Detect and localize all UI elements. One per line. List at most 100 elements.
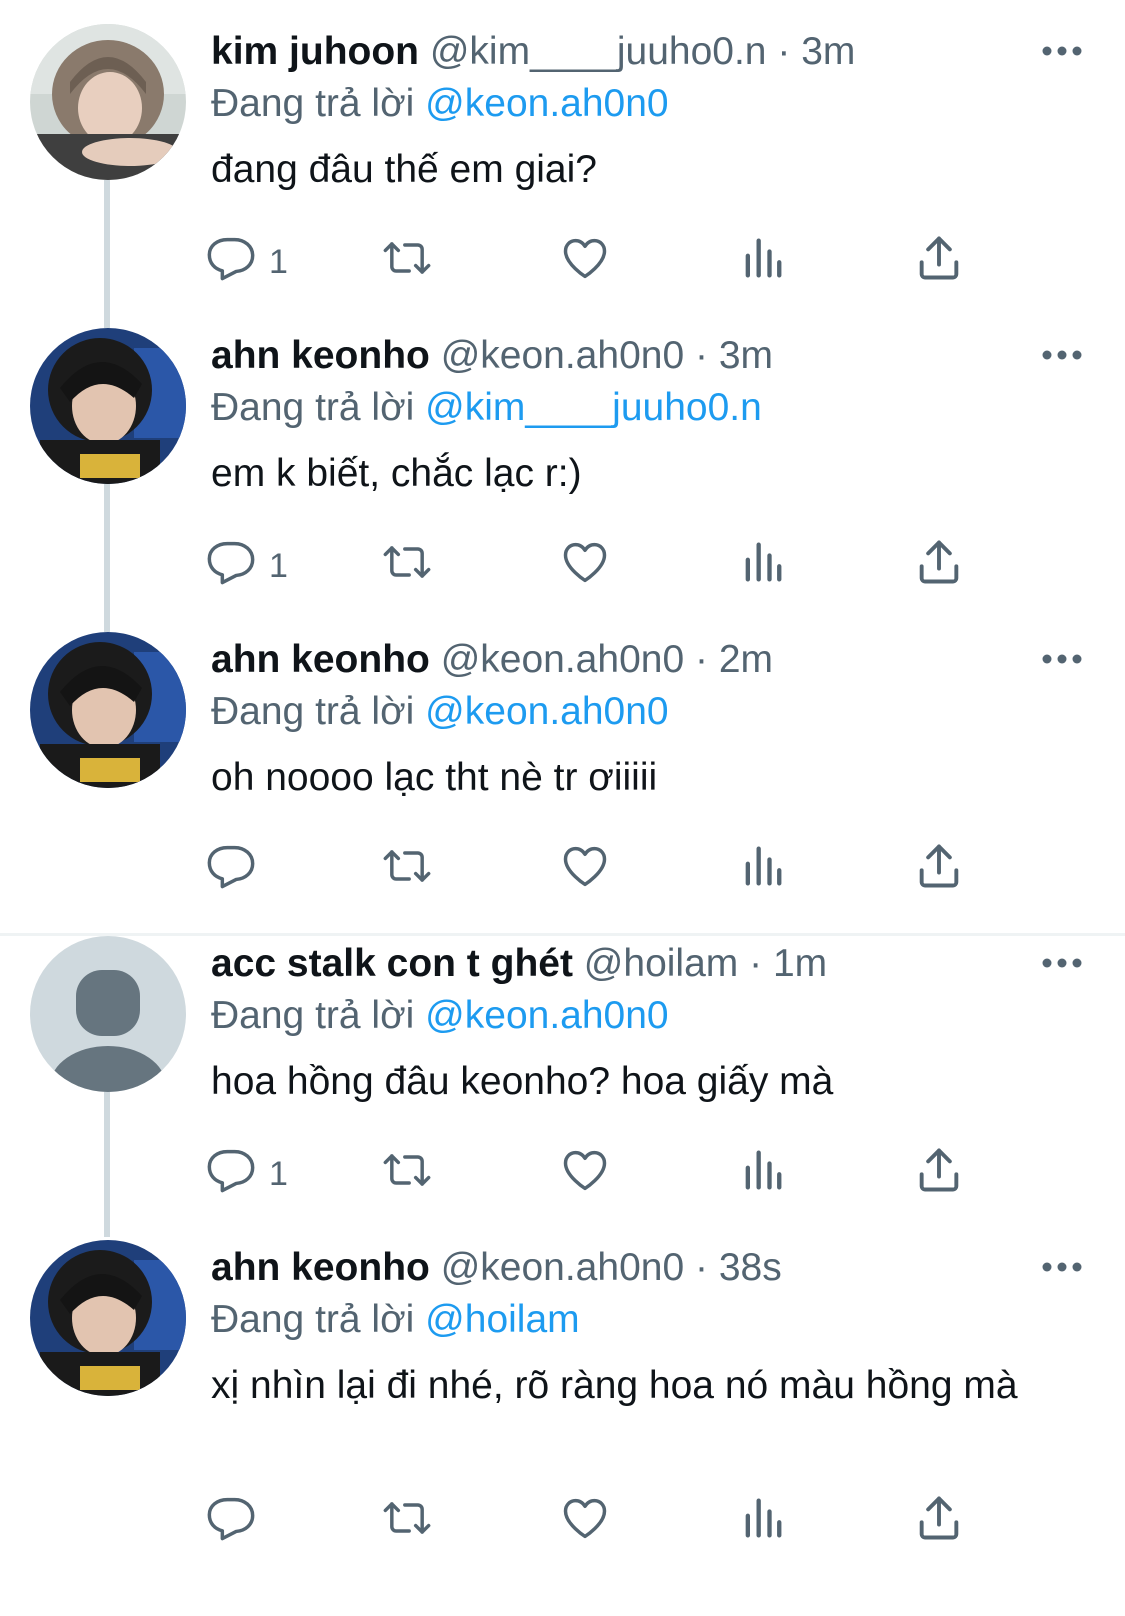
like-icon (559, 232, 611, 293)
like-icon (559, 1144, 611, 1205)
tweet-actions: 1 (207, 232, 1011, 292)
tweet-text: hoa hồng đâu keonho? hoa giấy mà (211, 1060, 834, 1103)
reply-icon (205, 840, 257, 901)
retweet-button[interactable] (381, 840, 433, 900)
reply-button[interactable]: 1 (205, 1144, 288, 1204)
tweet[interactable]: ahn keonho @keon.ah0n0 · 3m Đang trả lời… (0, 304, 1125, 616)
replying-to-label: Đang trả lời (211, 386, 415, 429)
tweet[interactable]: ahn keonho @keon.ah0n0 · 38s Đang trả lờ… (0, 1216, 1125, 1616)
share-icon (913, 1144, 965, 1205)
reply-count: 1 (269, 546, 288, 585)
share-button[interactable] (913, 1144, 965, 1204)
more-icon[interactable] (1040, 956, 1084, 970)
more-icon[interactable] (1040, 1260, 1084, 1274)
share-button[interactable] (913, 1492, 965, 1552)
user-handle[interactable]: @hoilam (584, 942, 738, 985)
tweet[interactable]: kim juhoon @kim____juuho0.n · 3m Đang tr… (0, 0, 1125, 312)
avatar[interactable] (30, 328, 186, 484)
replying-to-label: Đang trả lời (211, 690, 415, 733)
mention-link[interactable]: @keon.ah0n0 (425, 994, 668, 1037)
tweet-actions (207, 1492, 1011, 1552)
display-name[interactable]: kim juhoon (211, 30, 419, 73)
replying-to: Đang trả lời @kim____juuho0.n (211, 384, 762, 432)
tweet-actions: 1 (207, 1144, 1011, 1204)
retweet-button[interactable] (381, 1144, 433, 1204)
timestamp[interactable]: 38s (719, 1246, 782, 1289)
like-button[interactable] (559, 232, 611, 292)
views-button[interactable] (737, 1492, 789, 1552)
views-button[interactable] (737, 232, 789, 292)
display-name[interactable]: acc stalk con t ghét (211, 942, 573, 985)
views-icon (737, 232, 789, 293)
user-handle[interactable]: @keon.ah0n0 (441, 638, 684, 681)
timestamp[interactable]: 2m (719, 638, 773, 681)
separator-dot: · (694, 334, 708, 377)
avatar[interactable] (30, 632, 186, 788)
timestamp[interactable]: 3m (801, 30, 855, 73)
share-button[interactable] (913, 536, 965, 596)
more-icon[interactable] (1040, 652, 1084, 666)
reply-icon (205, 1492, 257, 1553)
like-icon (559, 1492, 611, 1553)
separator-dot: · (777, 30, 791, 73)
reply-count: 1 (269, 1154, 288, 1193)
retweet-icon (381, 1492, 433, 1553)
retweet-icon (381, 232, 433, 293)
timestamp[interactable]: 1m (773, 942, 827, 985)
like-icon (559, 536, 611, 597)
reply-button[interactable] (205, 840, 269, 900)
user-handle[interactable]: @keon.ah0n0 (441, 334, 684, 377)
share-button[interactable] (913, 840, 965, 900)
user-handle[interactable]: @keon.ah0n0 (441, 1246, 684, 1289)
share-button[interactable] (913, 232, 965, 292)
replying-to-label: Đang trả lời (211, 82, 415, 125)
tweet-text: em k biết, chắc lạc r:) (211, 452, 582, 495)
reply-icon (205, 536, 257, 597)
mention-link[interactable]: @keon.ah0n0 (425, 82, 668, 125)
tweet-text: đang đâu thế em giai? (211, 148, 597, 191)
avatar[interactable] (30, 24, 186, 180)
retweet-button[interactable] (381, 536, 433, 596)
mention-link[interactable]: @kim____juuho0.n (425, 386, 762, 429)
views-button[interactable] (737, 536, 789, 596)
reply-icon (205, 232, 257, 293)
user-handle[interactable]: @kim____juuho0.n (430, 30, 767, 73)
replying-to: Đang trả lời @keon.ah0n0 (211, 688, 669, 736)
timestamp[interactable]: 3m (719, 334, 773, 377)
views-button[interactable] (737, 1144, 789, 1204)
tweet[interactable]: acc stalk con t ghét @hoilam · 1m Đang t… (0, 912, 1125, 1224)
more-icon[interactable] (1040, 44, 1084, 58)
views-icon (737, 840, 789, 901)
share-icon (913, 232, 965, 293)
reply-button[interactable] (205, 1492, 269, 1552)
default-avatar[interactable] (30, 936, 186, 1092)
tweet-header: acc stalk con t ghét @hoilam · 1m (211, 940, 827, 988)
mention-link[interactable]: @hoilam (425, 1298, 579, 1341)
tweet[interactable]: ahn keonho @keon.ah0n0 · 2m Đang trả lời… (0, 608, 1125, 928)
like-button[interactable] (559, 840, 611, 900)
mention-link[interactable]: @keon.ah0n0 (425, 690, 668, 733)
like-icon (559, 840, 611, 901)
retweet-icon (381, 1144, 433, 1205)
replying-to-label: Đang trả lời (211, 994, 415, 1037)
replying-to: Đang trả lời @keon.ah0n0 (211, 992, 669, 1040)
tweet-header: kim juhoon @kim____juuho0.n · 3m (211, 28, 855, 76)
avatar[interactable] (30, 1240, 186, 1396)
like-button[interactable] (559, 1144, 611, 1204)
like-button[interactable] (559, 536, 611, 596)
reply-button[interactable]: 1 (205, 232, 288, 292)
display-name[interactable]: ahn keonho (211, 638, 430, 681)
like-button[interactable] (559, 1492, 611, 1552)
replying-to: Đang trả lời @hoilam (211, 1296, 580, 1344)
views-button[interactable] (737, 840, 789, 900)
retweet-button[interactable] (381, 1492, 433, 1552)
display-name[interactable]: ahn keonho (211, 1246, 430, 1289)
tweet-actions: 1 (207, 536, 1011, 596)
tweet-actions (207, 840, 1011, 900)
display-name[interactable]: ahn keonho (211, 334, 430, 377)
retweet-button[interactable] (381, 232, 433, 292)
share-icon (913, 536, 965, 597)
tweet-text: xị nhìn lại đi nhé, rõ ràng hoa nó màu h… (211, 1364, 1018, 1407)
more-icon[interactable] (1040, 348, 1084, 362)
reply-button[interactable]: 1 (205, 536, 288, 596)
